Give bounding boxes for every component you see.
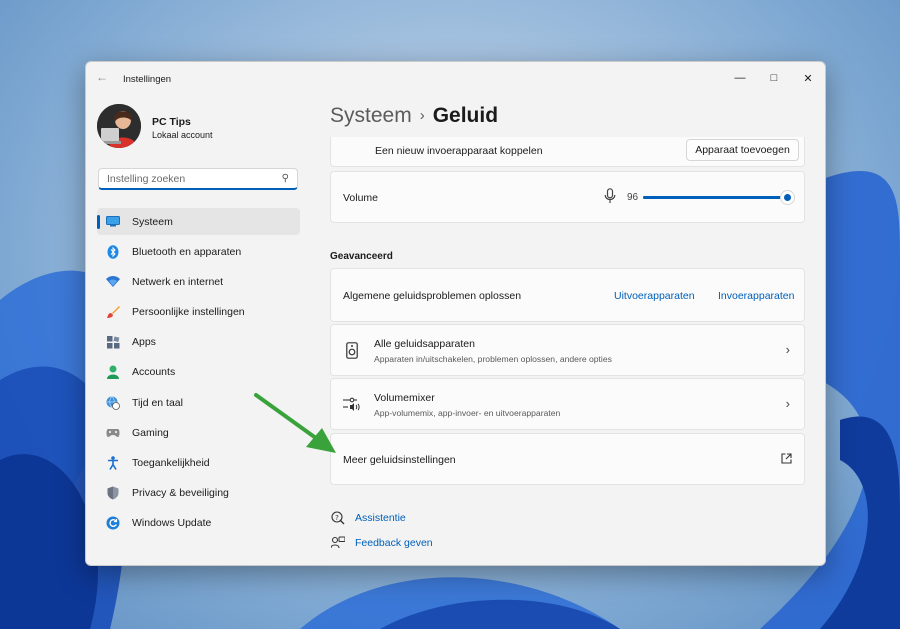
volume-value: 96 (627, 192, 639, 203)
all-devices-title: Alle geluidsapparaten (374, 338, 475, 350)
volume-mixer-subtitle: App-volumemix, app-invoer- en uitvoerapp… (374, 408, 561, 418)
help-icon: ? (330, 511, 346, 525)
help-link[interactable]: ? Assistentie (330, 511, 406, 525)
chevron-right-icon: › (785, 342, 790, 357)
minimize-button[interactable]: — (723, 66, 757, 90)
add-device-button[interactable]: Apparaat toevoegen (686, 139, 799, 161)
more-sound-settings-card[interactable]: Meer geluidsinstellingen (330, 433, 805, 485)
microphone-icon[interactable] (604, 188, 616, 207)
all-devices-subtitle: Apparaten in/uitschakelen, problemen opl… (374, 354, 612, 364)
gamepad-icon (106, 426, 120, 440)
volume-slider-fill (643, 196, 787, 199)
sidebar-item-tijd[interactable]: Tijd en taal (97, 389, 300, 416)
settings-search: ⚲ (98, 168, 298, 190)
monitor-icon (106, 215, 120, 229)
volume-slider-track[interactable] (643, 190, 795, 205)
pair-input-device-card: Een nieuw invoerapparaat koppelen Appara… (330, 137, 805, 167)
sidebar-item-netwerk[interactable]: Netwerk en internet (97, 268, 300, 295)
troubleshoot-label: Algemene geluidsproblemen oplossen (343, 290, 522, 302)
search-input[interactable] (105, 172, 279, 186)
update-icon (106, 516, 120, 530)
window-controls: — □ ✕ (723, 62, 825, 90)
brush-icon (106, 305, 120, 319)
sidebar-item-systeem[interactable]: Systeem (97, 208, 300, 235)
volume-mixer-card[interactable]: Volumemixer App-volumemix, app-invoer- e… (330, 378, 805, 430)
person-icon (106, 365, 120, 380)
accessibility-icon (106, 456, 120, 470)
troubleshoot-card: Algemene geluidsproblemen oplossen Uitvo… (330, 268, 805, 322)
section-heading-advanced: Geavanceerd (330, 251, 393, 262)
settings-window: ← Instellingen — □ ✕ PC Tips Lokaal acco… (85, 61, 826, 566)
window-title: Instellingen (123, 74, 172, 85)
profile-name: PC Tips (152, 116, 191, 128)
chevron-right-icon: › (785, 396, 790, 411)
external-link-icon (781, 453, 792, 467)
volume-card: Volume 96 (330, 171, 805, 223)
sidebar-nav: Systeem Bluetooth en apparaten Netwerk e… (97, 208, 300, 540)
title-bar: ← Instellingen — □ ✕ (86, 62, 825, 92)
all-sound-devices-card[interactable]: Alle geluidsapparaten Apparaten in/uitsc… (330, 324, 805, 376)
volume-label: Volume (343, 192, 379, 204)
wifi-icon (106, 275, 120, 289)
close-button[interactable]: ✕ (791, 66, 825, 90)
input-devices-link[interactable]: Invoerapparaten (718, 290, 794, 302)
page-title: Geluid (432, 104, 499, 127)
avatar[interactable] (97, 104, 141, 148)
breadcrumb-separator: › (419, 107, 425, 124)
sidebar-item-toegankelijkheid[interactable]: Toegankelijkheid (97, 450, 300, 477)
volume-slider-thumb[interactable] (779, 190, 795, 205)
globe-clock-icon (106, 395, 120, 410)
svg-text:?: ? (335, 514, 339, 522)
apps-icon (106, 335, 120, 349)
more-sound-settings-label: Meer geluidsinstellingen (343, 454, 456, 466)
feedback-icon (330, 536, 346, 550)
search-icon[interactable]: ⚲ (282, 173, 289, 184)
sidebar-item-accounts[interactable]: Accounts (97, 359, 300, 386)
sidebar-item-privacy[interactable]: Privacy & beveiliging (97, 480, 300, 507)
sidebar-item-windows-update[interactable]: Windows Update (97, 510, 300, 537)
feedback-link[interactable]: Feedback geven (330, 536, 433, 550)
volume-mixer-title: Volumemixer (374, 392, 435, 404)
sidebar-item-gaming[interactable]: Gaming (97, 419, 300, 446)
volume-mixer-icon (343, 397, 361, 416)
sidebar-item-bluetooth[interactable]: Bluetooth en apparaten (97, 238, 300, 265)
sidebar-item-apps[interactable]: Apps (97, 329, 300, 356)
output-devices-link[interactable]: Uitvoerapparaten (614, 290, 695, 302)
breadcrumb: Systeem › Geluid (330, 104, 498, 128)
sidebar-item-persoonlijk[interactable]: Persoonlijke instellingen (97, 299, 300, 326)
maximize-button[interactable]: □ (757, 66, 791, 90)
breadcrumb-parent[interactable]: Systeem (330, 104, 412, 127)
shield-icon (106, 486, 120, 500)
account-type: Lokaal account (152, 130, 213, 140)
bluetooth-icon (106, 244, 120, 259)
pair-input-label: Een nieuw invoerapparaat koppelen (375, 145, 543, 157)
speaker-device-icon (346, 342, 358, 362)
back-arrow-icon[interactable]: ← (96, 70, 108, 84)
